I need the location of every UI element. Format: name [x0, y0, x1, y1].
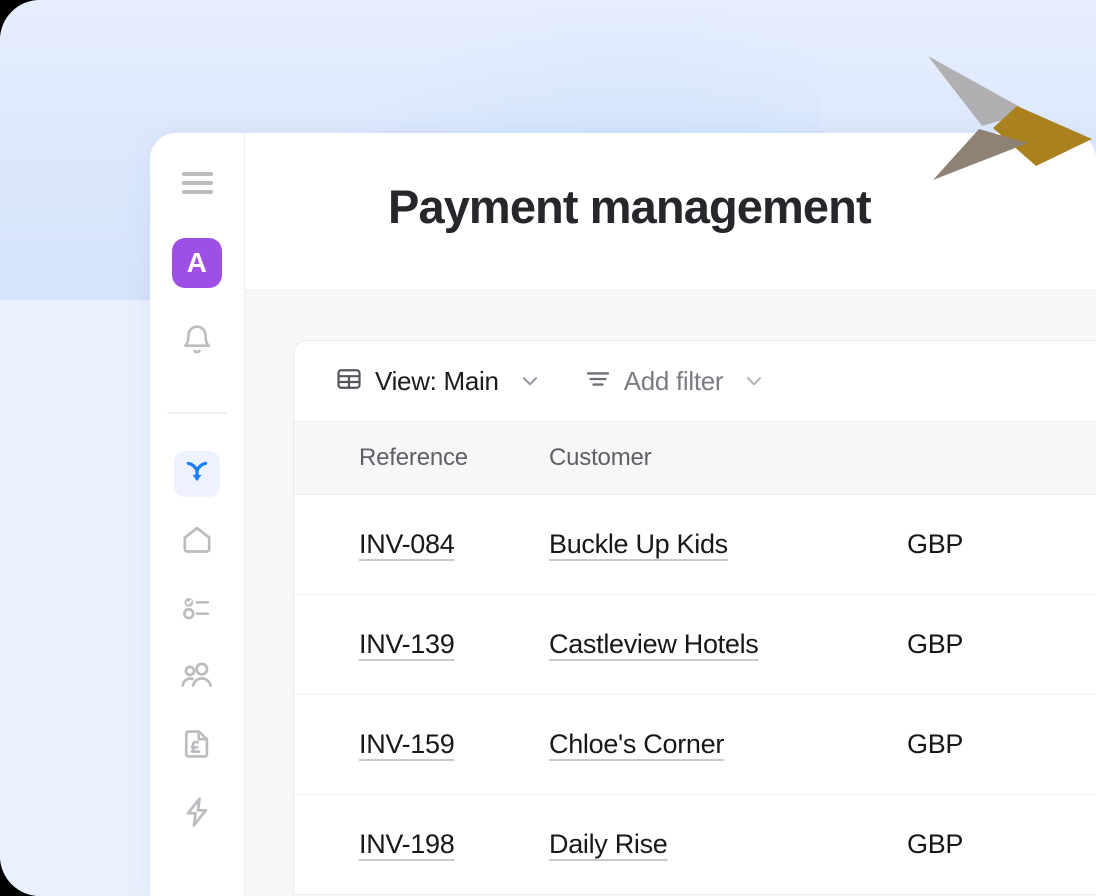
hamburger-bar [182, 172, 213, 176]
chevron-down-icon[interactable] [741, 368, 767, 394]
sidebar-item-invoices[interactable] [174, 723, 220, 769]
sidebar-item-home[interactable] [174, 519, 220, 565]
cell-reference: INV-084 [294, 529, 549, 560]
document-pound-icon [180, 727, 214, 766]
app-window-card: A [150, 133, 1096, 896]
table-row[interactable]: INV-139 Castleview Hotels GBP [294, 595, 1096, 695]
table-toolbar: View: Main [294, 341, 1096, 422]
add-filter-label: Add filter [624, 366, 724, 397]
table-row[interactable]: INV-159 Chloe's Corner GBP [294, 695, 1096, 795]
cell-reference: INV-139 [294, 629, 549, 660]
customer-link[interactable]: Castleview Hotels [549, 629, 758, 659]
content-area: View: Main [245, 290, 1096, 896]
customer-link[interactable]: Chloe's Corner [549, 729, 724, 759]
cell-currency: GBP [907, 529, 1096, 560]
avatar[interactable]: A [172, 238, 222, 288]
column-header-customer[interactable]: Customer [549, 444, 907, 472]
cell-customer: Buckle Up Kids [549, 529, 907, 560]
app-frame: A [0, 0, 1096, 896]
cell-customer: Castleview Hotels [549, 629, 907, 660]
column-header-currency[interactable]: Currency [907, 444, 1096, 472]
reference-link[interactable]: INV-139 [359, 629, 454, 659]
filter-lines-icon [584, 365, 612, 398]
cell-currency: GBP [907, 729, 1096, 760]
hamburger-bar [182, 181, 213, 185]
table-row[interactable]: INV-084 Buckle Up Kids GBP [294, 495, 1096, 595]
sidebar-item-automations[interactable] [174, 791, 220, 837]
sidebar-item-payments-flow[interactable] [174, 451, 220, 497]
bell-icon [180, 323, 214, 362]
reference-link[interactable]: INV-159 [359, 729, 454, 759]
checklist-icon [180, 591, 214, 630]
sidebar-nav-group [174, 451, 220, 837]
table-header-row: Reference Customer Currency [294, 422, 1096, 495]
table-grid-icon [335, 365, 363, 398]
reference-link[interactable]: INV-198 [359, 829, 454, 859]
reference-link[interactable]: INV-084 [359, 529, 454, 559]
customer-link[interactable]: Daily Rise [549, 829, 668, 859]
cell-currency: GBP [907, 629, 1096, 660]
view-selector-label: View: Main [375, 366, 499, 397]
add-filter-button[interactable]: Add filter [584, 365, 768, 398]
page-header: Payment management [245, 133, 1096, 290]
payments-table: Reference Customer Currency INV-084 Buck… [294, 422, 1096, 895]
cell-reference: INV-159 [294, 729, 549, 760]
sidebar-rail: A [150, 133, 245, 896]
hamburger-menu-icon[interactable] [174, 160, 220, 206]
page-title: Payment management [388, 183, 1096, 230]
cell-customer: Daily Rise [549, 829, 907, 860]
main-content: Payment management [245, 133, 1096, 896]
avatar-initial: A [187, 247, 208, 279]
cell-reference: INV-198 [294, 829, 549, 860]
cell-customer: Chloe's Corner [549, 729, 907, 760]
lightning-bolt-icon [180, 795, 214, 834]
people-icon [179, 658, 215, 699]
cell-currency: GBP [907, 829, 1096, 860]
sidebar-divider [167, 412, 227, 414]
payments-table-card: View: Main [293, 340, 1096, 895]
table-row[interactable]: INV-198 Daily Rise GBP [294, 795, 1096, 895]
merge-arrow-down-icon [181, 456, 213, 493]
sidebar-item-notifications[interactable] [174, 319, 220, 365]
sidebar-item-customers[interactable] [174, 655, 220, 701]
view-selector[interactable]: View: Main [335, 365, 543, 398]
hamburger-bar [182, 190, 213, 194]
sidebar-item-tasks[interactable] [174, 587, 220, 633]
customer-link[interactable]: Buckle Up Kids [549, 529, 728, 559]
chevron-down-icon[interactable] [517, 368, 543, 394]
column-header-reference[interactable]: Reference [294, 444, 549, 472]
home-icon [180, 523, 214, 562]
